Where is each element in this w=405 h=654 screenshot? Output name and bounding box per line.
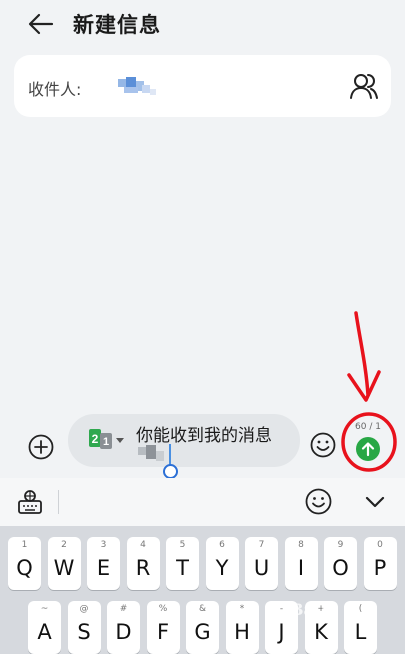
key-hint: 6: [219, 540, 225, 550]
emoji-icon[interactable]: [310, 432, 336, 458]
page-title: 新建信息: [73, 13, 161, 37]
key-label: E: [96, 556, 111, 580]
character-counter: 60 / 1: [355, 422, 381, 432]
key-label: L: [354, 620, 367, 644]
key-hint: %: [158, 604, 168, 614]
key-hint: 7: [258, 540, 265, 550]
key-y[interactable]: 6Y: [205, 537, 239, 590]
key-label: Q: [16, 556, 33, 580]
key-r[interactable]: 4R: [126, 537, 160, 590]
recipient-redacted: [114, 75, 158, 97]
key-label: Y: [215, 556, 229, 580]
key-hint: 0: [377, 540, 383, 550]
key-hint: &: [198, 604, 207, 614]
key-label: O: [332, 556, 349, 580]
key-q[interactable]: 1Q: [8, 537, 41, 590]
svg-text:2: 2: [92, 432, 99, 446]
recipient-field[interactable]: 收件人:: [14, 55, 391, 117]
key-hint: (: [358, 604, 363, 614]
sim-card-selector-icon[interactable]: 2 1: [88, 428, 126, 450]
key-label: J: [278, 620, 285, 644]
key-label: H: [234, 620, 250, 644]
key-label: R: [135, 556, 151, 580]
key-i[interactable]: 8I: [284, 537, 318, 590]
key-s[interactable]: @ S: [67, 601, 101, 654]
key-a[interactable]: ~ A: [28, 601, 61, 654]
recipient-label: 收件人:: [28, 80, 82, 99]
key-p[interactable]: 0P: [363, 537, 397, 590]
key-g[interactable]: & G: [186, 601, 219, 654]
keyboard-toolbar: [0, 478, 405, 526]
key-label: D: [115, 620, 132, 644]
key-label: I: [297, 556, 305, 580]
key-e[interactable]: 3E: [87, 537, 120, 590]
key-hint: 5: [179, 540, 186, 550]
key-label: F: [156, 620, 170, 644]
key-u[interactable]: 7U: [245, 537, 278, 590]
key-hint: 4: [140, 540, 146, 550]
key-label: A: [37, 620, 52, 644]
key-o[interactable]: 9O: [324, 537, 357, 590]
key-hint: *: [239, 604, 245, 614]
key-d[interactable]: # D: [107, 601, 140, 654]
key-hint: 9: [337, 540, 344, 550]
message-redacted: [138, 445, 164, 463]
toolbar-divider: [58, 490, 59, 514]
key-hint: @: [79, 604, 89, 614]
key-label: U: [253, 556, 270, 580]
keyboard-emoji-icon[interactable]: [305, 488, 332, 515]
key-hint: 1: [21, 540, 28, 550]
send-area: 60 / 1: [347, 416, 393, 468]
key-label: G: [194, 620, 211, 644]
text-cursor: [169, 444, 171, 466]
key-w[interactable]: 2W: [47, 537, 81, 590]
key-h[interactable]: * H: [225, 601, 259, 654]
svg-text:1: 1: [103, 436, 109, 448]
key-label: K: [314, 620, 328, 644]
keyboard-settings-icon[interactable]: [16, 488, 44, 516]
message-text: 你能收到我的消息: [136, 426, 272, 446]
keyboard: 1Q2W3E4R5T6Y7U8I9O0P ~ A @ S # D% F & G * H - J + K(L: [0, 526, 405, 654]
key-f[interactable]: % F: [146, 601, 180, 654]
watermark: Bai百: [290, 600, 336, 619]
contacts-icon[interactable]: [349, 71, 379, 101]
key-hint: #: [119, 604, 128, 614]
arrow-up-icon: [361, 442, 375, 457]
key-t[interactable]: 5T: [166, 537, 199, 590]
add-attachment-icon[interactable]: [28, 434, 54, 460]
back-arrow-icon[interactable]: [26, 10, 56, 38]
key-label: T: [176, 556, 189, 580]
key-hint: 2: [61, 540, 67, 550]
key-hint: ~: [40, 604, 49, 614]
chevron-down-icon[interactable]: [364, 492, 386, 512]
key-hint: 3: [100, 540, 107, 550]
message-input[interactable]: 2 1 你能收到我的消息: [68, 414, 300, 479]
cursor-handle[interactable]: [163, 464, 178, 479]
key-l[interactable]: (L: [344, 601, 377, 654]
compose-bar: 2 1 你能收到我的消息 60 / 1: [0, 404, 405, 479]
send-button[interactable]: [356, 437, 380, 461]
top-bar: 新建信息: [0, 0, 405, 50]
key-hint: 8: [298, 540, 304, 550]
key-label: S: [77, 620, 91, 644]
key-label: W: [53, 556, 75, 580]
key-label: P: [373, 556, 387, 580]
